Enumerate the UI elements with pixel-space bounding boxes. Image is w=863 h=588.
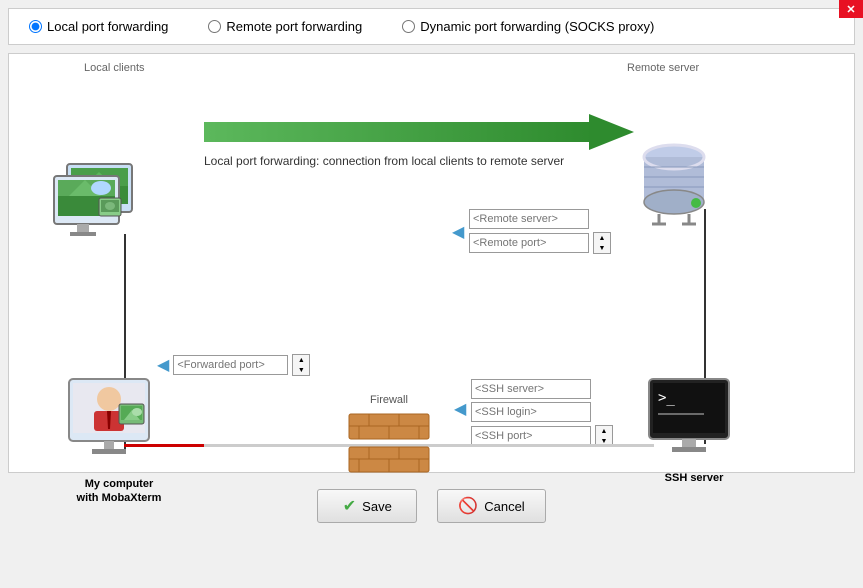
radio-dynamic[interactable]: Dynamic port forwarding (SOCKS proxy) [402,19,654,34]
firewall-svg [344,409,434,484]
remote-server-icon [634,139,714,232]
remote-server-row [469,209,611,229]
green-arrow [204,114,634,150]
firewall-icon: Firewall [344,394,434,487]
radio-local-label: Local port forwarding [47,19,168,34]
local-clients-icon [49,154,149,257]
ssh-login-row [471,402,613,422]
my-computer-label: My computerwith MobaXterm [64,477,174,506]
arrow-description: Local port forwarding: connection from l… [204,154,564,168]
forwarded-port-row: ◀ ▲ ▼ [157,354,310,376]
ssh-server-input[interactable] [471,379,591,399]
ssh-server-svg: >_ [644,374,744,469]
close-button[interactable]: ✕ [839,0,863,18]
radio-remote-label: Remote port forwarding [226,19,362,34]
radio-local[interactable]: Local port forwarding [29,19,168,34]
forwarded-port-spinner[interactable]: ▲ ▼ [292,354,310,376]
forwarded-port-group: ◀ ▲ ▼ [157,354,310,376]
ssh-port-up[interactable]: ▲ [596,426,612,436]
ssh-server-label: SSH server [644,472,744,484]
radio-remote[interactable]: Remote port forwarding [208,19,362,34]
svg-text:>_: >_ [658,390,675,406]
remote-port-input[interactable] [469,233,589,253]
remote-server-inputs: ▲ ▼ [469,209,611,254]
radio-options-row: Local port forwarding Remote port forwar… [8,8,855,45]
arrow-head [589,114,634,150]
remote-port-down[interactable]: ▼ [594,243,610,253]
ssh-arrow-icon: ◀ [454,399,466,419]
radio-remote-input[interactable] [208,20,221,33]
remote-port-spinner[interactable]: ▲ ▼ [593,232,611,254]
remote-server-svg [634,139,714,229]
ssh-server-row [471,379,613,399]
remote-port-up[interactable]: ▲ [594,233,610,243]
remote-port-row: ▲ ▼ [469,232,611,254]
radio-dynamic-label: Dynamic port forwarding (SOCKS proxy) [420,19,654,34]
forwarded-port-up[interactable]: ▲ [293,355,309,365]
remote-server-input[interactable] [469,209,589,229]
main-container: Local port forwarding Remote port forwar… [0,0,863,588]
forwarded-port-down[interactable]: ▼ [293,365,309,375]
ssh-port-input[interactable] [471,426,591,446]
save-icon: ✔ [343,496,356,516]
radio-dynamic-input[interactable] [402,20,415,33]
diagram-area: Local clients Remote server Local port f… [8,53,855,473]
remote-server-label: Remote server [627,62,699,74]
local-clients-label: Local clients [84,62,145,74]
forwarded-arrow-icon: ◀ [157,355,169,375]
firewall-label: Firewall [344,394,434,406]
remote-arrow-icon: ◀ [452,222,464,242]
close-icon: ✕ [846,3,855,16]
arrow-body [204,122,594,142]
cancel-button[interactable]: 🚫 Cancel [437,489,545,523]
save-label: Save [362,499,392,514]
ssh-login-input[interactable] [471,402,591,422]
radio-local-input[interactable] [29,20,42,33]
ssh-server-icon: >_ SSH server [644,374,744,484]
ssh-server-inputs: ▲ ▼ [471,379,613,447]
cancel-label: Cancel [484,499,524,514]
save-button[interactable]: ✔ Save [317,489,417,523]
my-computer-svg [64,374,174,474]
local-clients-svg [49,154,149,254]
forwarded-port-input[interactable] [173,355,288,375]
my-computer-icon: My computerwith MobaXterm [64,374,174,506]
cancel-icon: 🚫 [458,496,478,516]
